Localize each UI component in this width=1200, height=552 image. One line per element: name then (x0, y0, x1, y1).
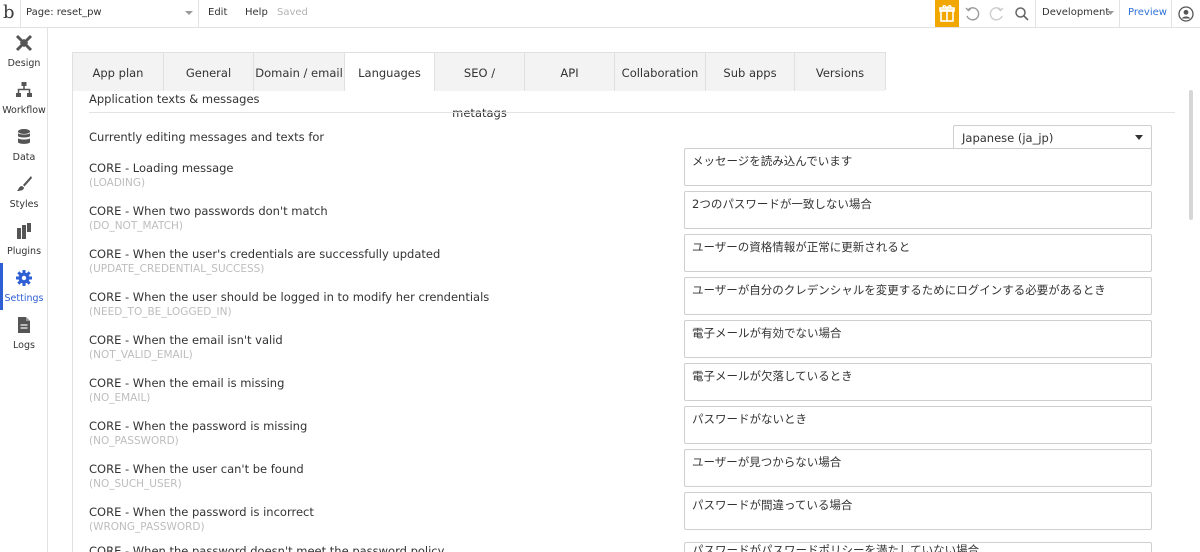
section-divider (89, 112, 1175, 113)
divider (1171, 0, 1172, 28)
language-selected-value: Japanese (ja_jp) (962, 131, 1054, 145)
caret-down-icon (1135, 135, 1143, 140)
divider (20, 0, 21, 28)
message-title: CORE - When the user can't be found (89, 462, 304, 476)
sidebar-item-data[interactable]: Data (0, 122, 48, 169)
message-key: (NO_SUCH_USER) (89, 478, 182, 490)
sidebar-item-logs[interactable]: Logs (0, 310, 48, 357)
tab-seo-metatags[interactable]: SEO / metatags (435, 53, 525, 120)
message-text-input[interactable]: 電子メールが欠落しているとき (684, 363, 1152, 401)
user-account-icon[interactable] (1178, 6, 1194, 22)
message-title: CORE - When two passwords don't match (89, 204, 328, 218)
languages-panel: Application texts & messages Currently e… (72, 90, 1180, 552)
document-icon (18, 317, 30, 333)
tab-app-plan[interactable]: App plan (73, 53, 164, 91)
sidebar-item-label: Logs (13, 340, 35, 351)
gift-button[interactable] (935, 0, 959, 27)
tab-general[interactable]: General (164, 53, 254, 91)
edit-menu[interactable]: Edit (208, 7, 227, 18)
settings-main: App plan General Domain / email Language… (49, 28, 1200, 552)
sidebar-item-workflow[interactable]: Workflow (0, 75, 48, 122)
message-key: (DO_NOT_MATCH) (89, 220, 184, 232)
divider (198, 0, 199, 28)
sidebar-item-plugins[interactable]: Plugins (0, 216, 48, 263)
sidebar-item-label: Data (12, 152, 36, 163)
sidebar-item-label: Workflow (2, 105, 46, 116)
message-title: CORE - When the password is missing (89, 419, 308, 433)
divider (1119, 0, 1120, 28)
tab-api[interactable]: API (525, 53, 615, 91)
message-text-input[interactable]: 2つのパスワードが一致しない場合 (684, 191, 1152, 229)
section-title: Application texts & messages (89, 92, 260, 106)
sidebar-item-label: Design (7, 58, 41, 69)
search-icon[interactable] (1014, 6, 1030, 22)
message-text-input[interactable]: ユーザーが見つからない場合 (684, 449, 1152, 487)
message-text-input[interactable]: ユーザーが自分のクレデンシャルを変更するためにログインする必要があるとき (684, 277, 1152, 315)
page-selector[interactable]: Page: reset_pw (26, 7, 102, 18)
message-key: (NO_PASSWORD) (89, 435, 179, 447)
message-text-input[interactable]: パスワードが間違っている場合 (684, 492, 1152, 530)
tab-domain-email[interactable]: Domain / email (254, 53, 345, 91)
preview-link[interactable]: Preview (1128, 7, 1167, 18)
sidebar-item-settings[interactable]: Settings (0, 263, 48, 310)
message-title: CORE - When the password doesn't meet th… (89, 544, 445, 552)
message-title: CORE - When the user's credentials are s… (89, 247, 441, 261)
message-text-input[interactable]: パスワードがないとき (684, 406, 1152, 444)
message-title: CORE - Loading message (89, 161, 234, 175)
help-menu[interactable]: Help (245, 7, 268, 18)
tab-languages[interactable]: Languages (345, 53, 435, 91)
message-title: CORE - When the email isn't valid (89, 333, 283, 347)
plugin-icon (17, 223, 31, 239)
message-title: CORE - When the user should be logged in… (89, 290, 490, 304)
top-bar: b Page: reset_pw Edit Help Saved Develop… (0, 0, 1200, 28)
database-icon (18, 129, 30, 144)
workflow-icon (16, 82, 32, 97)
message-text-input[interactable]: パスワードがパスワードポリシーを満たしていない場合 (684, 542, 1152, 552)
message-key: (NEED_TO_BE_LOGGED_IN) (89, 306, 232, 318)
message-key: (LOADING) (89, 177, 146, 189)
sidebar-item-label: Settings (4, 293, 44, 304)
sidebar-item-label: Styles (9, 199, 39, 210)
bubble-logo[interactable]: b (3, 3, 19, 23)
environment-selector[interactable]: Development (1042, 7, 1109, 18)
redo-icon[interactable] (989, 6, 1005, 22)
vertical-scrollbar[interactable] (1189, 90, 1193, 220)
editing-language-label: Currently editing messages and texts for (89, 130, 325, 144)
sidebar-item-design[interactable]: Design (0, 28, 48, 75)
message-title: CORE - When the password is incorrect (89, 505, 314, 519)
chevron-down-icon[interactable] (184, 8, 194, 18)
language-dropdown[interactable]: Japanese (ja_jp) (953, 125, 1152, 149)
divider (1035, 0, 1036, 28)
tab-versions[interactable]: Versions (795, 53, 885, 91)
sidebar-item-label: Plugins (6, 246, 42, 257)
message-text-input[interactable]: メッセージを読み込んでいます (684, 148, 1152, 186)
design-tools-icon (15, 34, 33, 52)
undo-icon[interactable] (964, 6, 980, 22)
sidebar-item-styles[interactable]: Styles (0, 169, 48, 216)
message-key: (UPDATE_CREDENTIAL_SUCCESS) (89, 263, 265, 275)
save-status: Saved (277, 7, 308, 18)
settings-tabs: App plan General Domain / email Language… (72, 52, 886, 120)
message-text-input[interactable]: ユーザーの資格情報が正常に更新されると (684, 234, 1152, 272)
tab-sub-apps[interactable]: Sub apps (706, 53, 795, 91)
message-key: (NOT_VALID_EMAIL) (89, 349, 193, 361)
message-title: CORE - When the email is missing (89, 376, 285, 390)
message-key: (WRONG_PASSWORD) (89, 521, 205, 533)
gear-icon (16, 270, 32, 286)
tab-collaboration[interactable]: Collaboration (615, 53, 706, 91)
gift-icon (939, 5, 955, 22)
left-sidebar: Design Workflow Data Styles Plugins Sett… (0, 28, 48, 552)
message-key: (NO_EMAIL) (89, 392, 151, 404)
paintbrush-icon (17, 176, 32, 191)
chevron-down-icon[interactable] (1106, 9, 1115, 17)
message-text-input[interactable]: 電子メールが有効でない場合 (684, 320, 1152, 358)
